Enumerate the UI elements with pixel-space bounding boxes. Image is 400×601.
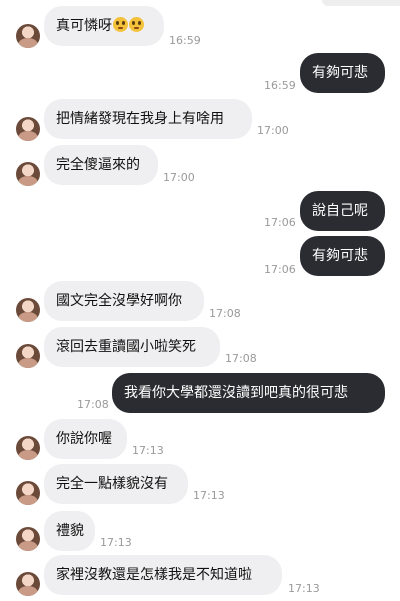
message-bubble[interactable]: 說自己呢 [300,191,385,231]
avatar [16,344,40,368]
avatar [16,117,40,141]
message-bubble[interactable]: 完全傻逼來的 [44,145,158,185]
message-bubble[interactable]: 你說你喔 [44,419,127,459]
message-text: 真可憐呀 [56,18,112,34]
avatar [16,298,40,322]
message-time: 17:00 [257,124,289,137]
avatar [16,436,40,460]
message-time: 17:08 [209,307,241,320]
pleading-face-icon [129,17,144,32]
message-bubble[interactable]: 把情緒發現在我身上有啥用 [44,99,252,139]
message-time: 17:00 [163,171,195,184]
message-bubble[interactable]: 有夠可悲 [300,53,385,93]
avatar [16,572,40,596]
avatar [16,527,40,551]
pleading-face-icon [113,17,128,32]
message-bubble[interactable]: 真可憐呀 [44,6,164,46]
message-time: 17:13 [193,489,225,502]
message-time: 17:06 [264,216,296,229]
message-time: 17:13 [100,536,132,549]
avatar [16,162,40,186]
avatar [16,481,40,505]
message-time: 17:08 [225,352,257,365]
message-time: 17:08 [77,398,109,411]
message-bubble[interactable]: 我看你大學都還沒讀到吧真的很可悲 [112,373,385,413]
message-time: 16:59 [169,34,201,47]
message-bubble[interactable]: 禮貌 [44,511,95,551]
message-bubble[interactable]: 完全一點樣貌沒有 [44,464,188,504]
message-time: 17:13 [132,444,164,457]
message-bubble[interactable]: 有夠可悲 [300,236,385,276]
avatar [16,24,40,48]
message-time: 17:13 [288,582,320,595]
message-bubble[interactable]: 滾回去重讀國小啦笑死 [44,327,220,367]
message-bubble[interactable]: 國文完全沒學好啊你 [44,281,204,321]
top-edge-bar [322,0,400,6]
message-time: 17:06 [264,263,296,276]
message-bubble[interactable]: 家裡沒教還是怎樣我是不知道啦 [44,555,282,595]
message-time: 16:59 [264,79,296,92]
